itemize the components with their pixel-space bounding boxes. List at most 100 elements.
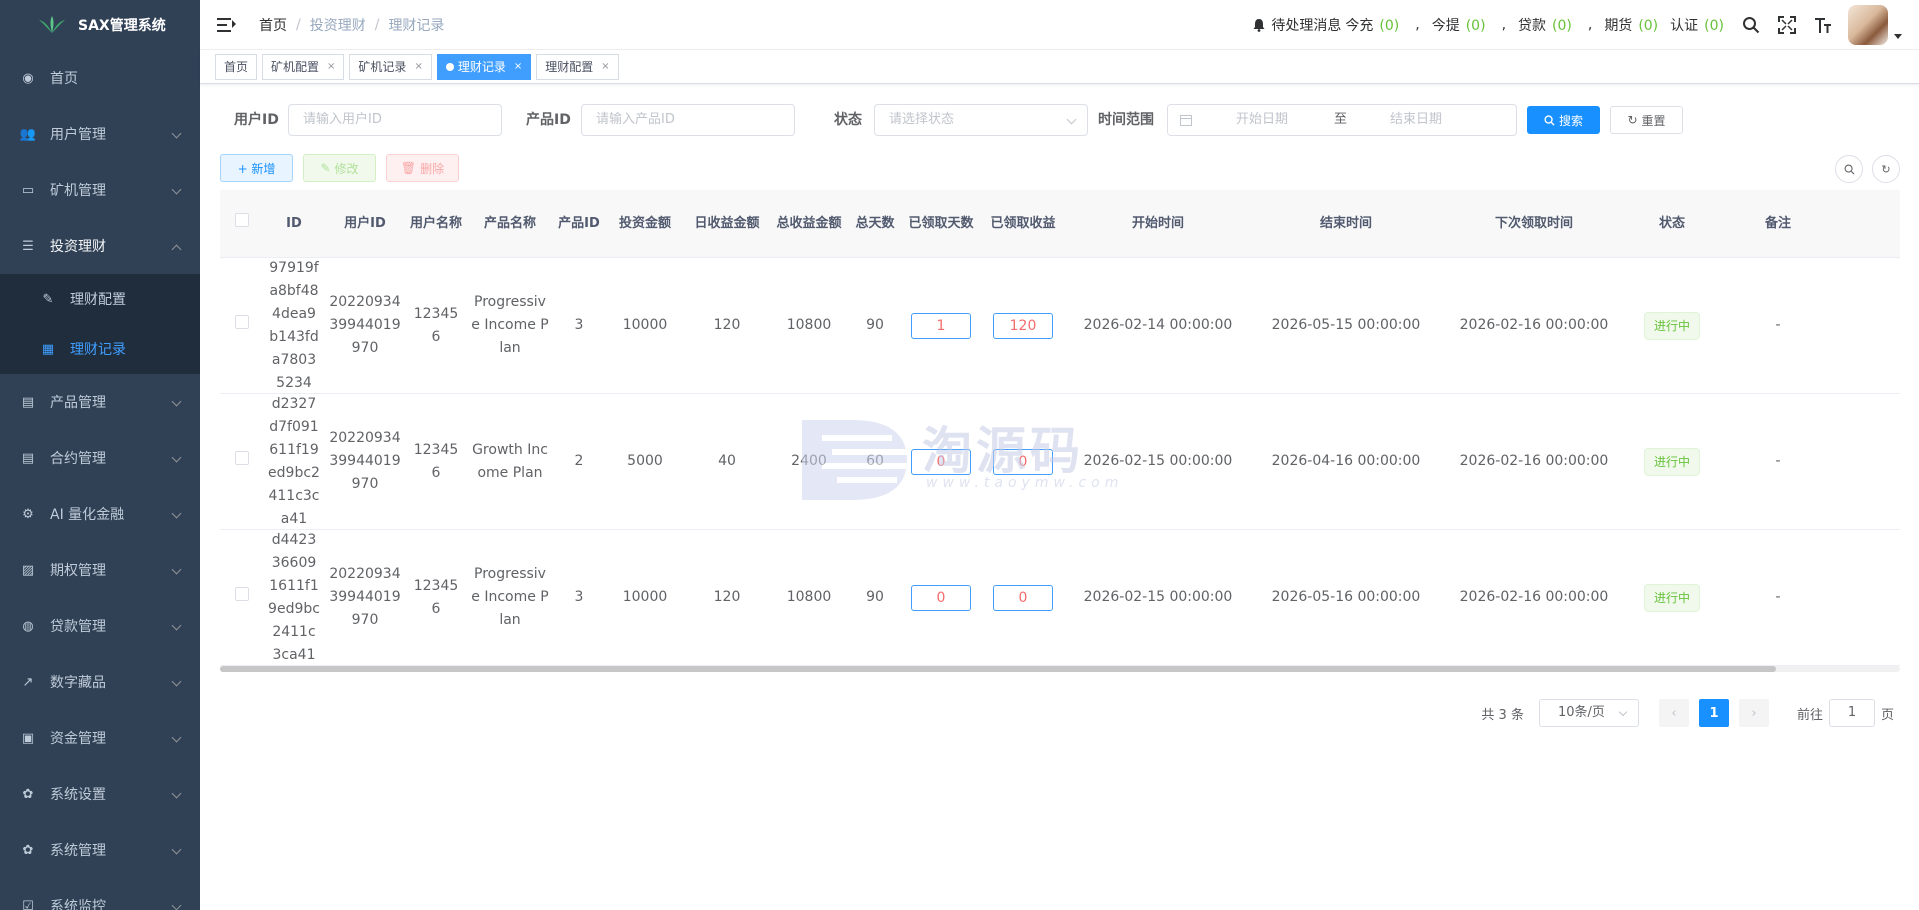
goto-page-input[interactable]: 1	[1828, 699, 1875, 727]
cell-user-name: 123456	[413, 441, 459, 481]
close-icon[interactable]: ×	[601, 61, 609, 72]
add-button[interactable]: + 新增	[220, 154, 293, 182]
page-number-button[interactable]: 1	[1698, 699, 1729, 727]
edit-button[interactable]: ✎ 修改	[303, 154, 376, 182]
column-header: 开始时间	[1131, 216, 1184, 231]
cell-id: d4423366091611f19ed9bc2411c3ca41	[268, 531, 320, 663]
sidebar-item-2[interactable]: ▭ 矿机管理	[0, 162, 200, 218]
edit-icon: ✎	[320, 161, 331, 175]
table-row[interactable]: d4423366091611f19ed9bc2411c3ca41 20220934…	[220, 530, 1900, 666]
pagination: 共 3 条 10条/页 ‹ 1 › 前往 1 页	[1481, 698, 1894, 728]
sidebar-item-1[interactable]: 👥 用户管理	[0, 106, 200, 162]
breadcrumb-invest[interactable]: 投资理财	[310, 15, 366, 35]
app-logo[interactable]: SAX管理系统	[0, 0, 200, 50]
cell-amount: 10000	[622, 317, 668, 333]
horizontal-scrollbar[interactable]	[220, 666, 1900, 672]
caret-down-icon[interactable]	[1894, 33, 1902, 39]
notice-futures[interactable]: 期货 (0)	[1604, 15, 1662, 35]
close-icon[interactable]: ×	[514, 61, 522, 72]
table-row[interactable]: d2327d7f091611f19ed9bc2411c3ca41 20220934…	[220, 394, 1900, 530]
sidebar-item-8[interactable]: ⚙ AI 量化金融	[0, 486, 200, 542]
sidebar-item-15[interactable]: ☑ 系统监控	[0, 878, 200, 910]
navbar: 首页 / 投资理财 / 理财记录 待处理消息 今充 (0) , 今提 (0) , 贷…	[200, 0, 1919, 50]
delete-button[interactable]: 🗑 删除	[386, 154, 459, 182]
cell-claimed-days: 0	[900, 448, 982, 475]
breadcrumb-home[interactable]: 首页	[259, 15, 287, 35]
sidebar-item-label: 系统管理	[50, 843, 106, 859]
sidebar-item-12[interactable]: ▣ 资金管理	[0, 710, 200, 766]
chevron-down-icon	[171, 508, 182, 519]
sidebar-item-11[interactable]: ↗ 数字藏品	[0, 654, 200, 710]
tag-label: 理财记录	[457, 60, 506, 74]
cell-remark: -	[1775, 589, 1781, 605]
product-id-input[interactable]: 请输入产品ID	[581, 104, 795, 136]
range-start[interactable]: 开始日期	[1236, 105, 1288, 135]
sidebar-item-0[interactable]: ◉ 首页	[0, 50, 200, 106]
tag-item[interactable]: 理财记录 ×	[436, 53, 532, 80]
date-range-picker[interactable]: 开始日期 至 结束日期	[1167, 104, 1517, 136]
tag-item[interactable]: 矿机记录 ×	[349, 53, 432, 80]
notice-recharge[interactable]: 今充 (0)	[1345, 15, 1403, 35]
sidebar-item-14[interactable]: ✿ 系统管理	[0, 822, 200, 878]
range-end[interactable]: 结束日期	[1390, 105, 1442, 135]
search-icon[interactable]	[1742, 16, 1760, 34]
claimed-days-input[interactable]: 1	[911, 312, 971, 339]
sidebar-item-label: 期权管理	[50, 563, 106, 579]
sidebar-item-5[interactable]: ▦ 理财记录	[0, 324, 200, 374]
claimed-days-input[interactable]: 0	[911, 584, 971, 611]
sidebar-item-10[interactable]: ◍ 贷款管理	[0, 598, 200, 654]
claimed-income-input[interactable]: 120	[993, 312, 1053, 339]
search-button[interactable]: 搜索	[1527, 106, 1600, 134]
sidebar-item-4[interactable]: ✎ 理财配置	[0, 274, 200, 324]
bell-icon	[1253, 19, 1265, 32]
column-header: 已领取收益	[990, 216, 1056, 231]
row-checkbox[interactable]	[235, 315, 249, 329]
sidebar-item-6[interactable]: ▤ 产品管理	[0, 374, 200, 430]
claimed-income-input[interactable]: 0	[993, 584, 1053, 611]
user-id-input[interactable]: 请输入用户ID	[288, 104, 502, 136]
cell-start: 2026-02-15 00:00:00	[1083, 453, 1233, 469]
chevron-down-icon	[171, 396, 182, 407]
row-checkbox[interactable]	[235, 451, 249, 465]
select-all-checkbox[interactable]	[235, 213, 249, 227]
cell-status: 进行中	[1628, 447, 1716, 476]
status-select[interactable]: 请选择状态	[874, 104, 1088, 136]
sidebar-item-3[interactable]: ☰ 投资理财	[0, 218, 200, 274]
hamburger-icon[interactable]	[217, 17, 236, 32]
scrollbar-thumb[interactable]	[220, 666, 1776, 672]
tag-item[interactable]: 矿机配置 ×	[262, 53, 345, 80]
tag-item[interactable]: 理财配置 ×	[536, 53, 619, 80]
users-icon: 👥	[19, 126, 37, 142]
prev-page-button[interactable]: ‹	[1658, 699, 1689, 727]
cell-product-id: 3	[574, 317, 584, 333]
claimed-income-input[interactable]: 0	[993, 448, 1053, 475]
notice-loan[interactable]: 贷款 (0)	[1518, 15, 1576, 35]
page-size-select[interactable]: 10条/页	[1538, 699, 1639, 727]
sidebar-item-9[interactable]: ▨ 期权管理	[0, 542, 200, 598]
fullscreen-icon[interactable]	[1778, 16, 1796, 34]
document-icon: ▤	[21, 450, 35, 466]
cell-start: 2026-02-14 00:00:00	[1083, 317, 1233, 333]
notice-withdraw[interactable]: 今提 (0)	[1432, 15, 1490, 35]
avatar[interactable]	[1848, 5, 1888, 45]
cell-daily: 40	[718, 453, 736, 469]
calendar-icon	[1180, 115, 1192, 126]
next-page-button[interactable]: ›	[1738, 699, 1769, 727]
sidebar-item-7[interactable]: ▤ 合约管理	[0, 430, 200, 486]
text-size-icon[interactable]	[1814, 16, 1832, 34]
toggle-search-button[interactable]	[1835, 155, 1863, 183]
refresh-button[interactable]: ↻	[1872, 155, 1900, 183]
status-badge: 进行中	[1643, 583, 1700, 612]
table-row[interactable]: 97919fa8bf484dea9b143fda78035234 20220934…	[220, 258, 1900, 394]
claimed-days-input[interactable]: 0	[911, 448, 971, 475]
close-icon[interactable]: ×	[414, 61, 422, 72]
cell-days: 90	[866, 589, 884, 605]
goto-suffix: 页	[1880, 707, 1894, 723]
sidebar-item-13[interactable]: ✿ 系统设置	[0, 766, 200, 822]
row-checkbox[interactable]	[235, 587, 249, 601]
reset-button[interactable]: ↻ 重置	[1610, 106, 1683, 134]
sidebar-item-label: 系统设置	[50, 787, 106, 803]
tag-item[interactable]: 首页	[215, 53, 258, 80]
close-icon[interactable]: ×	[327, 61, 335, 72]
notice-auth[interactable]: 认证 (0)	[1670, 15, 1728, 35]
